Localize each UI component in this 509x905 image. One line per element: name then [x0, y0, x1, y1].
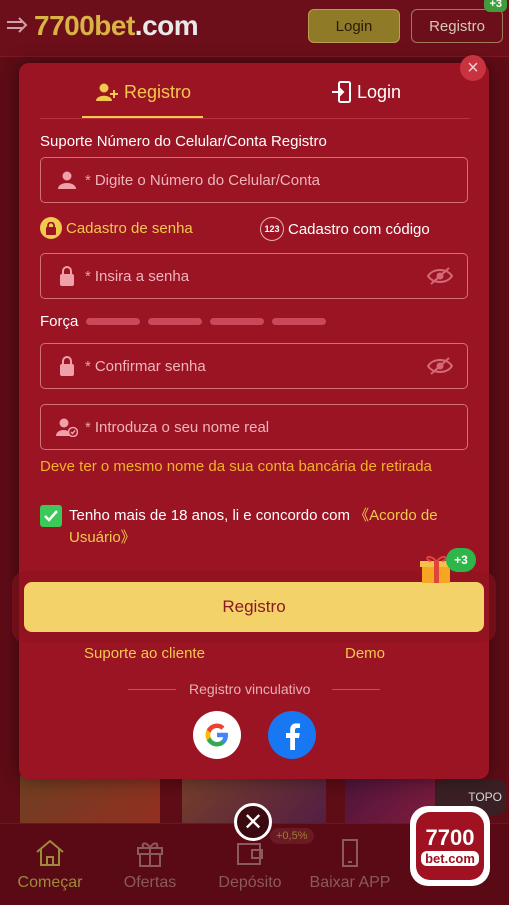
topo-label: TOPO	[468, 790, 502, 804]
section-label: Suporte Número do Celular/Conta Registro	[40, 133, 327, 150]
demo-link[interactable]: Demo	[345, 645, 385, 662]
top-bar: 7700bet.com Login Registro +3	[0, 0, 509, 57]
strength-segment	[148, 318, 203, 325]
corner-logo-bottom: bet.com	[421, 850, 479, 866]
corner-logo-top: 7700	[425, 824, 475, 850]
password-field[interactable]: *	[40, 253, 468, 299]
real-name-input[interactable]	[92, 417, 467, 437]
lock-icon	[55, 264, 79, 288]
lock-icon	[55, 354, 79, 378]
tabs-divider	[40, 118, 470, 119]
strength-segment	[86, 318, 141, 325]
customer-support-link[interactable]: Suporte ao cliente	[84, 645, 205, 662]
google-login-button[interactable]	[193, 711, 241, 759]
eye-hidden-icon[interactable]	[427, 356, 453, 376]
rate-badge: +0,5%	[270, 828, 314, 844]
gift-count-badge: +3	[446, 548, 476, 572]
nav-label: Baixar APP	[309, 873, 391, 891]
agreement-text: Tenho mais de 18 anos, li e concordo com	[69, 507, 350, 524]
option-label: Cadastro com código	[288, 220, 430, 238]
nav-label: Depósito	[218, 873, 282, 891]
facebook-login-button[interactable]	[268, 711, 316, 759]
tab-registro[interactable]: Registro	[96, 78, 191, 106]
header-register-button[interactable]: Registro	[411, 9, 503, 43]
nav-item-baixar-app[interactable]: Baixar APP	[300, 824, 400, 905]
strength-label: Força	[40, 313, 79, 330]
numeric-code-icon: 123	[260, 217, 284, 241]
option-label: Cadastro de senha	[66, 219, 193, 237]
nav-label: Ofertas	[123, 873, 177, 891]
option-code-register[interactable]: 123 Cadastro com código	[260, 217, 430, 241]
real-name-field[interactable]: *	[40, 404, 468, 450]
floating-app-logo[interactable]: 7700 bet.com	[410, 806, 490, 886]
nav-item-ofertas[interactable]: Ofertas	[100, 824, 200, 905]
binding-register-label: Registro vinculativo	[189, 681, 311, 697]
user-verified-icon	[55, 415, 79, 439]
phone-icon	[342, 838, 358, 867]
lock-icon	[40, 217, 62, 239]
wallet-icon	[237, 842, 263, 865]
register-submit-button[interactable]: Registro	[24, 582, 484, 632]
nav-label: Começar	[17, 873, 83, 891]
agreement-checkbox[interactable]	[40, 505, 62, 527]
tab-label: Login	[357, 81, 402, 102]
required-mark: *	[85, 267, 91, 285]
eye-hidden-icon[interactable]	[427, 266, 453, 286]
strength-segment	[210, 318, 265, 325]
facebook-icon	[286, 723, 300, 750]
user-icon	[55, 168, 79, 192]
confirm-password-field[interactable]: *	[40, 343, 468, 389]
add-user-icon	[96, 83, 118, 101]
game-thumbnail[interactable]	[20, 770, 160, 830]
site-logo[interactable]: 7700bet.com	[34, 10, 199, 42]
menu-arrow-icon[interactable]	[6, 16, 30, 36]
agreement: Tenho mais de 18 anos, li e concordo com…	[40, 505, 460, 549]
divider-right	[332, 689, 380, 690]
phone-account-field[interactable]: *	[40, 157, 468, 203]
required-mark: *	[85, 418, 91, 436]
divider-left	[128, 689, 176, 690]
home-icon	[36, 839, 64, 866]
logo-suffix: .com	[134, 10, 199, 41]
name-warning: Deve ter o mesmo nome da sua conta bancá…	[40, 458, 432, 475]
google-icon	[205, 723, 228, 747]
gift-icon	[137, 841, 163, 867]
app-logo-icon: 7700 bet.com	[416, 812, 484, 880]
logo-main: 7700bet	[34, 10, 135, 41]
tab-login[interactable]: Login	[331, 78, 401, 106]
close-icon[interactable]: ✕	[234, 803, 272, 841]
option-password-register[interactable]: Cadastro de senha	[40, 217, 193, 239]
agreement-text-wrap: Tenho mais de 18 anos, li e concordo com…	[69, 505, 460, 549]
phone-account-input[interactable]	[92, 170, 467, 190]
tab-label: Registro	[124, 81, 192, 102]
header-login-button[interactable]: Login	[308, 9, 400, 43]
required-mark: *	[85, 171, 91, 189]
required-mark: *	[85, 357, 91, 375]
nav-item-comecar[interactable]: Começar	[0, 824, 100, 905]
modal-close-icon[interactable]: ×	[460, 55, 486, 81]
register-bonus-badge: +3	[484, 0, 507, 12]
header-register-label: Registro	[429, 17, 485, 35]
password-input[interactable]	[92, 266, 427, 286]
check-icon	[44, 510, 58, 522]
active-tab-indicator	[82, 116, 203, 118]
confirm-password-input[interactable]	[92, 356, 427, 376]
login-door-icon	[332, 81, 351, 103]
strength-segment	[272, 318, 327, 325]
password-strength: Força	[40, 313, 327, 330]
